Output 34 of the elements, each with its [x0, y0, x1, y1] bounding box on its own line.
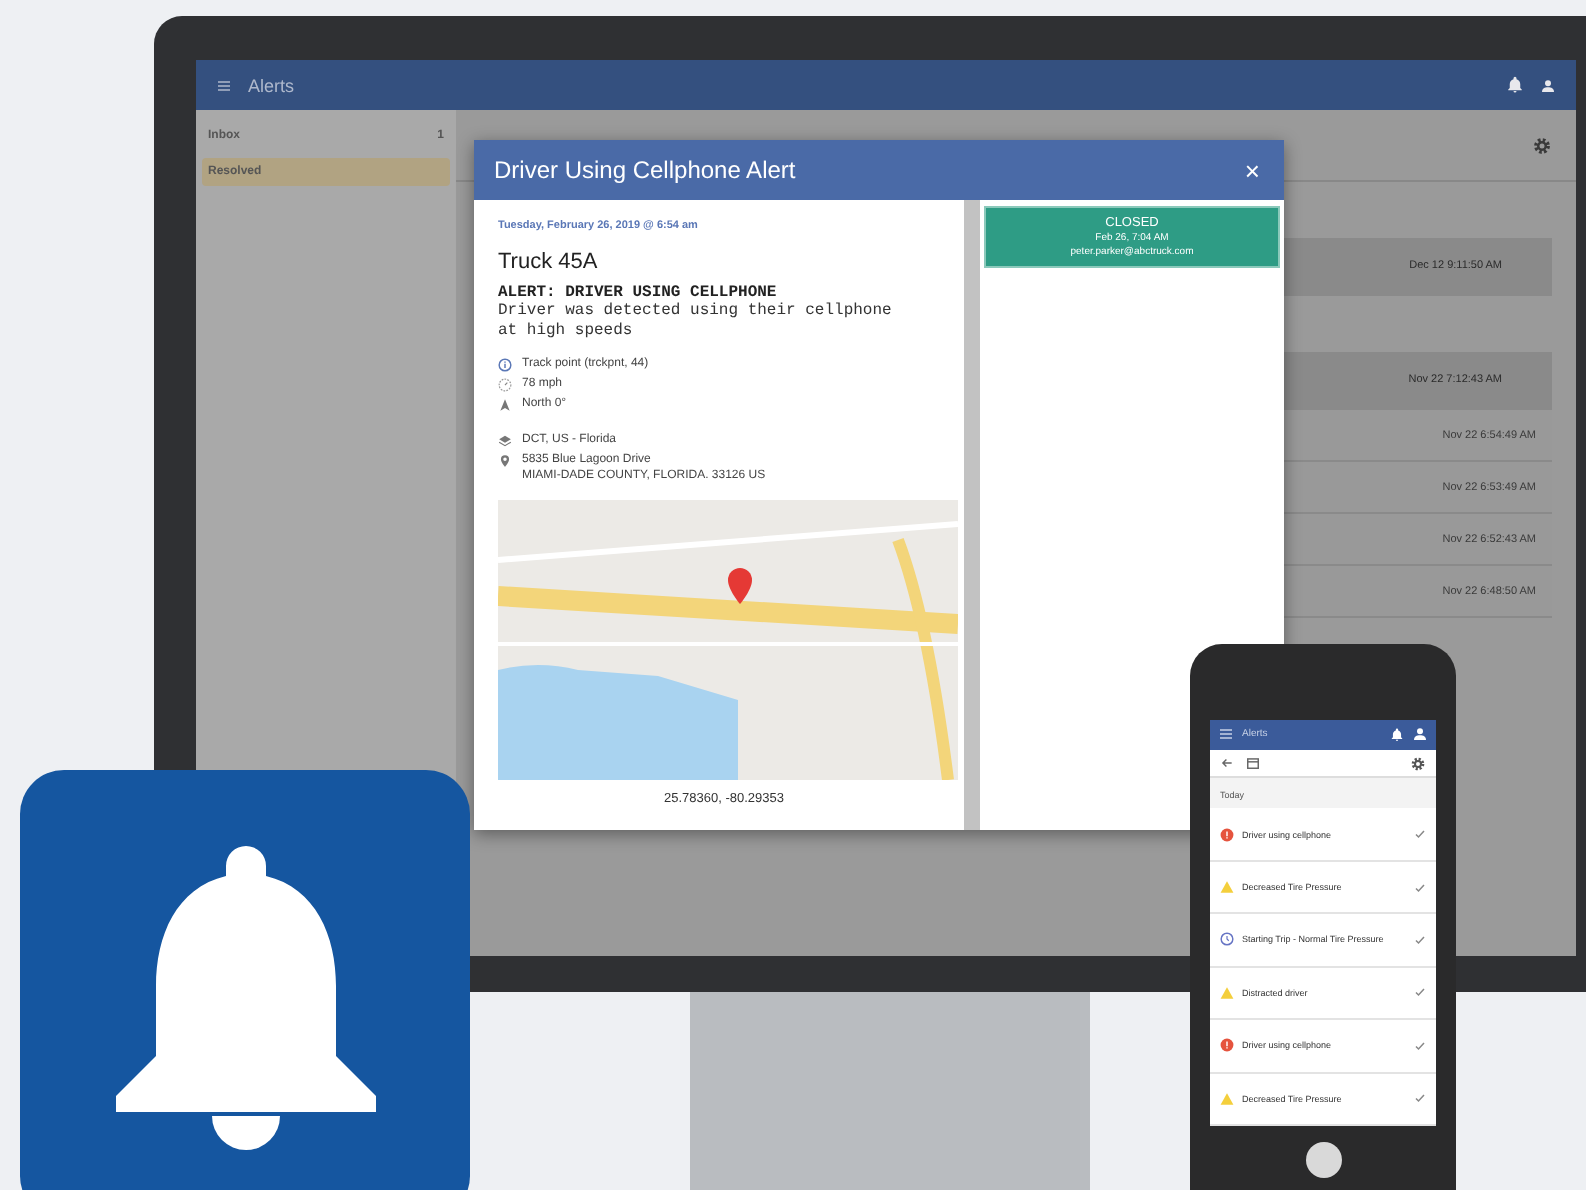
check-icon [1414, 986, 1426, 999]
dialog-title: Driver Using Cellphone Alert [494, 156, 796, 184]
user-icon [1540, 77, 1556, 93]
home-button[interactable] [1305, 1142, 1341, 1178]
location-pin-icon [498, 454, 512, 468]
error-icon [1220, 1038, 1234, 1053]
alert-headline: ALERT: DRIVER USING CELLPHONE [498, 284, 779, 302]
warning-icon [1220, 880, 1234, 895]
settings-icon [1410, 755, 1426, 772]
app-title: Alerts [248, 75, 295, 95]
info-icon [498, 358, 512, 372]
vehicle-name: Truck 45A [498, 250, 600, 274]
settings-icon [1532, 135, 1552, 155]
check-icon [1414, 1092, 1426, 1105]
check-icon [1414, 1039, 1426, 1052]
menu-icon [216, 77, 232, 93]
warning-icon [1220, 985, 1234, 1000]
check-icon [1414, 828, 1426, 841]
menu-icon [1218, 726, 1234, 743]
arrow-up-icon [498, 398, 512, 412]
clock-icon [1220, 932, 1234, 947]
error-icon [1220, 827, 1234, 842]
check-icon [1414, 881, 1426, 894]
gauge-icon [498, 378, 512, 392]
layers-icon [498, 434, 512, 448]
user-icon [1412, 726, 1428, 743]
alert-description: Driver was detected using their cellphone at high speeds [498, 302, 894, 342]
close-button[interactable]: × [1240, 155, 1264, 185]
warning-icon [1220, 1091, 1234, 1106]
back-arrow-icon [1220, 756, 1234, 771]
bell-icon [1390, 727, 1404, 742]
calendar-icon [1246, 756, 1260, 771]
check-icon [1414, 933, 1426, 946]
bell-icon [1506, 76, 1524, 94]
